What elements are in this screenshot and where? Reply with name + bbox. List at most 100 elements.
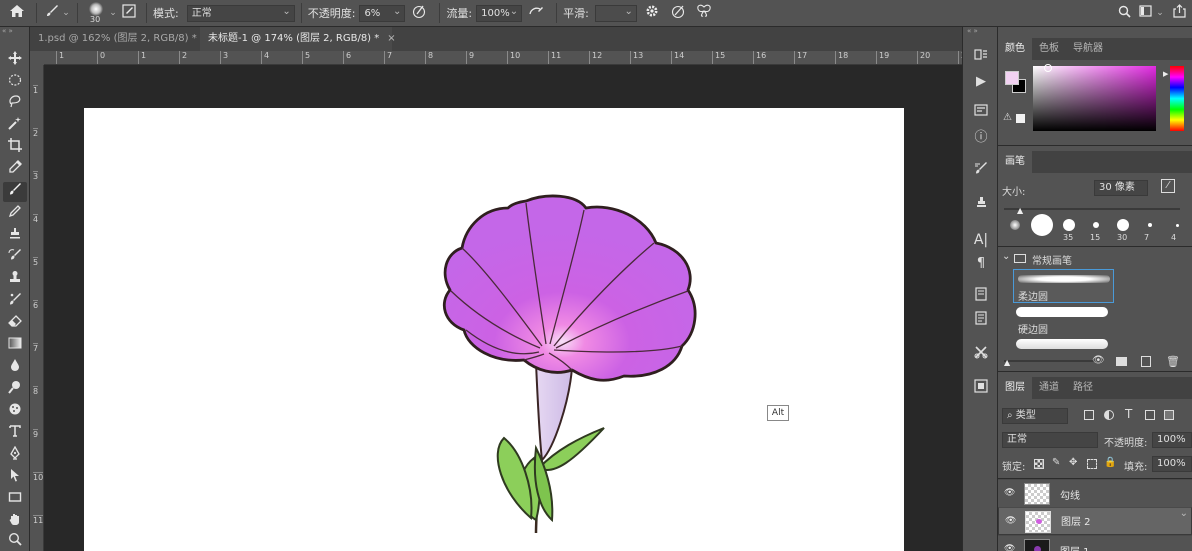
chevron-down-icon[interactable]: ⌄ [61, 8, 71, 18]
tab-channels[interactable]: 通道 [1032, 377, 1066, 399]
brush-folder-label[interactable]: 常规画笔 [1032, 252, 1072, 267]
hue-slider[interactable] [1170, 66, 1184, 131]
sponge-tool[interactable] [3, 402, 27, 422]
stamp-tool[interactable] [3, 270, 27, 290]
brush-tool[interactable] [3, 182, 27, 202]
tools-preset-icon[interactable] [969, 345, 993, 367]
foreground-color-swatch[interactable] [1005, 71, 1019, 85]
color-warning-icon[interactable]: ⚠ [1003, 112, 1012, 123]
brush-settings-panel-icon[interactable] [118, 4, 140, 22]
actions-play-icon[interactable]: ▶ [969, 71, 993, 93]
layer-opacity-input[interactable]: 100% [1152, 432, 1192, 448]
character-panel-icon[interactable]: A| [969, 229, 993, 251]
layer-row-lineart[interactable]: 👁 勾线 [998, 479, 1192, 507]
canvas-area[interactable] [44, 65, 962, 551]
gradient-tool[interactable] [3, 336, 27, 356]
lock-transparent-icon[interactable] [1034, 459, 1044, 469]
move-tool[interactable] [3, 51, 27, 71]
magic-wand-tool[interactable] [3, 116, 27, 136]
tab-document-2[interactable]: 未标题-1 @ 174% (图层 2, RGB/8) * × [200, 27, 396, 51]
hue-slider-arrow[interactable]: ▶ [1163, 70, 1168, 78]
dodge-tool[interactable] [3, 380, 27, 400]
blur-tool[interactable] [3, 358, 27, 378]
brush-item-soft-round[interactable]: 柔边圆 [1013, 269, 1114, 303]
brush-preset[interactable]: 30 [1110, 216, 1136, 244]
lock-artboard-icon[interactable] [1087, 459, 1097, 469]
brush-size-input[interactable]: 30 像素 [1094, 180, 1148, 196]
document-canvas[interactable] [84, 108, 904, 551]
brush-panel-icon[interactable] [969, 161, 993, 183]
toggle-visibility-icon[interactable]: 👁 [1092, 355, 1105, 366]
horizontal-ruler[interactable]: 1012345678910111213141516171819202122 [44, 51, 962, 65]
properties-panel-icon[interactable] [969, 103, 993, 125]
filter-adjustment-icon[interactable] [1104, 410, 1114, 420]
lasso-tool[interactable] [3, 94, 27, 114]
new-group-icon[interactable] [1116, 357, 1127, 366]
trash-icon[interactable]: 🗑 [1166, 355, 1180, 368]
brush-size-slider-handle[interactable]: ▲ [1017, 206, 1023, 215]
brush-preset[interactable]: 15 [1083, 216, 1109, 244]
brush-preset[interactable]: 4 [1164, 216, 1190, 244]
smoothing-input[interactable] [594, 4, 637, 22]
chevron-down-icon[interactable]: ⌄ [1154, 8, 1166, 18]
brush-tool-preset-icon[interactable] [43, 4, 61, 22]
brush-preset[interactable] [1002, 216, 1028, 244]
lock-image-icon[interactable]: ✎ [1052, 457, 1060, 468]
eye-icon[interactable]: 👁 [1004, 544, 1015, 551]
art-history-brush-tool[interactable] [3, 292, 27, 312]
notes-icon[interactable] [969, 311, 993, 333]
brush-preset[interactable] [1029, 214, 1055, 244]
brush-name-hard-round[interactable]: 硬边圆 [1018, 321, 1048, 336]
pen-tool[interactable] [3, 445, 27, 466]
new-preset-icon[interactable] [1141, 356, 1151, 367]
workspace-icon[interactable] [1136, 5, 1154, 21]
filter-smart-object-icon[interactable] [1164, 410, 1174, 420]
new-brush-icon[interactable]: ⁄ [1161, 179, 1175, 193]
brush-preset[interactable]: 7 [1137, 216, 1163, 244]
pressure-size-icon[interactable] [665, 3, 691, 23]
rectangle-tool[interactable] [3, 490, 27, 510]
lock-all-icon[interactable]: 🔒 [1104, 457, 1116, 468]
tab-layers[interactable]: 图层 [998, 377, 1032, 399]
folder-chevron-icon[interactable]: ⌄ [1002, 251, 1010, 262]
eraser-tool[interactable] [3, 314, 27, 334]
clone-source-icon[interactable] [969, 195, 993, 217]
search-icon[interactable] [1112, 5, 1136, 22]
fill-input[interactable]: 100% [1152, 456, 1192, 472]
brush-size-picker[interactable]: 30 [84, 1, 108, 25]
filter-shape-icon[interactable] [1145, 410, 1155, 420]
tab-document-1[interactable]: 1.psd @ 162% (图层 2, RGB/8) *× [30, 27, 213, 51]
flow-input[interactable]: 100% [476, 4, 523, 22]
history-panel-icon[interactable] [969, 47, 993, 69]
tab-navigator[interactable]: 导航器 [1066, 38, 1110, 60]
chevron-down-icon[interactable]: ⌄ [108, 8, 118, 18]
brush-bottom-slider[interactable] [1004, 360, 1094, 362]
elliptical-marquee-tool[interactable] [3, 73, 27, 93]
pencil-tool[interactable] [3, 204, 27, 224]
crop-tool[interactable] [3, 138, 27, 158]
close-icon[interactable]: × [387, 33, 395, 44]
tab-swatches[interactable]: 色板 [1032, 38, 1066, 60]
home-icon[interactable] [4, 4, 30, 22]
eye-icon[interactable]: 👁 [1004, 488, 1015, 498]
color-picker-marker[interactable] [1044, 64, 1052, 72]
filter-pixel-icon[interactable] [1084, 410, 1094, 420]
tab-brushes[interactable]: 画笔 [998, 151, 1032, 173]
eyedropper-tool[interactable] [3, 160, 27, 180]
mode-select[interactable]: 正常 [186, 4, 295, 22]
info-icon[interactable]: ⓘ [969, 127, 993, 149]
dock-collapse-handle[interactable]: « » [967, 28, 995, 35]
vertical-ruler[interactable]: 1 2 3 4 5 6 7 8 9 10 11 [30, 65, 44, 551]
gear-icon[interactable] [639, 4, 665, 22]
share-icon[interactable] [1166, 4, 1192, 22]
tab-paths[interactable]: 路径 [1066, 377, 1100, 399]
paragraph-icon[interactable]: ¶ [969, 253, 993, 275]
blend-mode-select[interactable]: 正常 [1002, 432, 1098, 448]
pressure-opacity-icon[interactable] [405, 3, 433, 23]
brush-preset[interactable]: 35 [1056, 216, 1082, 244]
clone-stamp-tool[interactable] [3, 226, 27, 246]
history-brush-tool[interactable] [3, 248, 27, 268]
web-safe-swatch[interactable] [1016, 114, 1025, 123]
type-tool[interactable] [3, 424, 27, 444]
eye-icon[interactable]: 👁 [1005, 516, 1016, 526]
